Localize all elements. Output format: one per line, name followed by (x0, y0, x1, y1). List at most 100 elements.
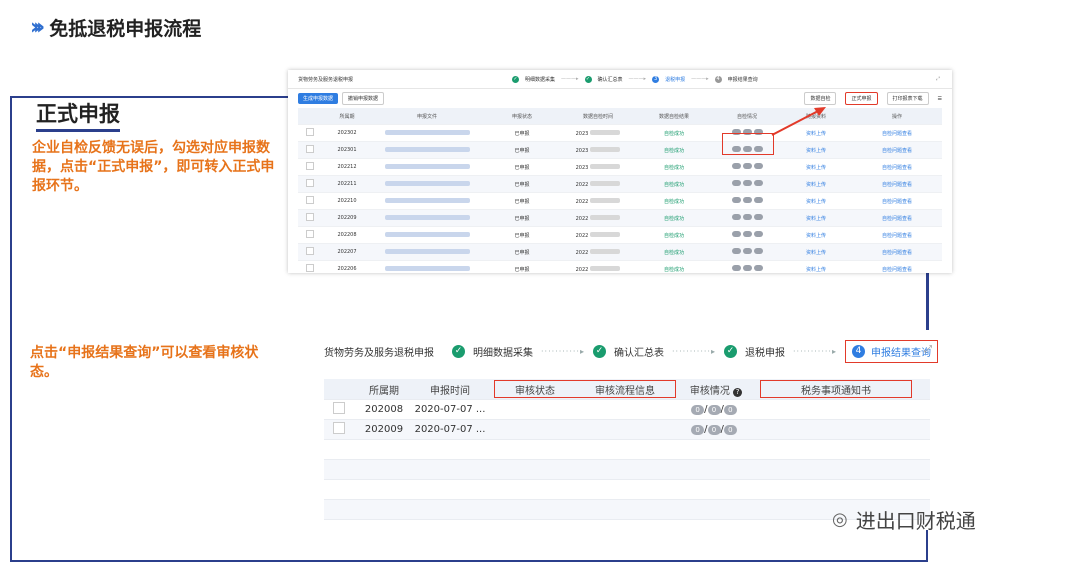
step-detail[interactable]: 明细数据采集 (525, 76, 555, 83)
table-row[interactable]: 202210 已申报 2022 自检成功 资料上传 自检问题查看 (298, 193, 942, 210)
cell-time: 2022 (562, 197, 634, 205)
dotted-arrow-icon: ···········▸ (793, 346, 837, 356)
col-result: 数据自检结果 (658, 113, 689, 120)
expand-icon[interactable]: ⤢ (936, 76, 940, 82)
cell-review-pills: 0/0/0 (674, 424, 754, 435)
check-icon: ✓ (724, 344, 737, 358)
row-checkbox[interactable] (306, 196, 314, 204)
upload-link[interactable]: 资料上传 (780, 266, 852, 273)
cell-period: 202009 (364, 424, 404, 435)
col-review-flow: 审核流程信息 (595, 385, 655, 397)
cell-file-blurred (372, 180, 482, 188)
instruction-note-result: 点击“申报结果查询”可以查看审核状态。 (30, 345, 259, 380)
view-issue-link[interactable]: 自检问题查看 (852, 164, 942, 171)
formal-declaration-screenshot: 货物劳务及服务退税申报 ✓ 明细数据采集 ———▸ ✓ 确认汇总表 ———▸ 3… (288, 70, 952, 273)
step-result[interactable]: 申报结果查询 (871, 344, 931, 359)
highlight-notice-column: 税务事项通知书 (760, 380, 912, 398)
instruction-note-formal: 企业自检反馈无误后，勾选对应申报数据，点击“正式申报”，即可转入正式申报环节。 (32, 140, 275, 194)
table-row[interactable]: 202009 2020-07-07 ... 0/0/0 (324, 420, 930, 440)
col-review-status: 审核状态 (515, 385, 555, 397)
cell-result: 自检成功 (663, 147, 684, 154)
table-row[interactable]: 202302 已申报 2023 自检成功 资料上传 自检问题查看 (298, 125, 942, 142)
cell-result: 自检成功 (663, 130, 684, 137)
cell-time: 2023 (562, 146, 634, 154)
upload-link[interactable]: 资料上传 (780, 249, 852, 256)
view-issue-link[interactable]: 自检问题查看 (852, 198, 942, 205)
formal-declare-button[interactable]: 正式申报 (845, 92, 878, 105)
cell-file-blurred (372, 163, 482, 171)
check-icon: ✓ (512, 75, 519, 83)
cell-period: 202211 (337, 181, 357, 187)
watermark-text: 进出口财税通 (855, 509, 976, 533)
withdraw-data-button[interactable]: 撤销申报数据 (342, 91, 385, 105)
step-number-icon: 4 (852, 344, 865, 358)
row-checkbox[interactable] (306, 247, 314, 255)
view-issue-link[interactable]: 自检问题查看 (852, 249, 942, 256)
arrow-right-icon: ———▸ (691, 76, 709, 82)
table-row[interactable]: 202208 已申报 2022 自检成功 资料上传 自检问题查看 (298, 227, 942, 244)
row-checkbox[interactable] (333, 402, 345, 414)
row-checkbox[interactable] (306, 145, 314, 153)
upload-link[interactable]: 资料上传 (780, 147, 852, 154)
expand-icon[interactable]: ⤢ (924, 344, 932, 355)
print-download-button[interactable]: 打印报表下载 (886, 92, 929, 105)
cell-period: 202209 (337, 215, 357, 221)
upload-link[interactable]: 资料上传 (780, 215, 852, 222)
table-row[interactable]: 202008 2020-07-07 ... 0/0/0 (324, 400, 930, 420)
cell-time: 2022 (562, 265, 634, 273)
view-issue-link[interactable]: 自检问题查看 (852, 232, 942, 239)
view-issue-link[interactable]: 自检问题查看 (852, 215, 942, 222)
cell-period: 202208 (337, 232, 357, 238)
step-summary[interactable]: 确认汇总表 (614, 344, 664, 359)
cell-result: 自检成功 (663, 181, 684, 188)
step-declare[interactable]: 退税申报 (745, 344, 785, 359)
view-issue-link[interactable]: 自检问题查看 (852, 266, 942, 273)
step-summary[interactable]: 确认汇总表 (598, 76, 623, 83)
filter-icon[interactable]: ☰ (938, 96, 942, 102)
row-checkbox[interactable] (306, 230, 314, 238)
row-checkbox[interactable] (306, 162, 314, 170)
upload-link[interactable]: 资料上传 (780, 198, 852, 205)
cell-status: 已申报 (514, 232, 530, 239)
col-review-result: 审核情况 ? (676, 382, 756, 397)
cell-file-blurred (372, 265, 482, 273)
view-issue-link[interactable]: 自检问题查看 (852, 181, 942, 188)
col-time: 申报时间 (430, 385, 470, 397)
check-icon: ✓ (593, 344, 606, 358)
col-notice: 税务事项通知书 (801, 385, 871, 397)
upload-link[interactable]: 资料上传 (780, 181, 852, 188)
step-detail[interactable]: 明细数据采集 (473, 344, 533, 359)
table-row[interactable]: 202301 已申报 2023 自检成功 资料上传 自检问题查看 (298, 142, 942, 159)
generate-data-button[interactable]: 生成申报数据 (298, 92, 339, 104)
step-declare[interactable]: 退税申报 (665, 76, 685, 83)
row-checkbox[interactable] (306, 264, 314, 272)
view-issue-link[interactable]: 自检问题查看 (852, 147, 942, 154)
table-header: 所属期 申报时间 审核状态 审核流程信息 审核情况 ? 税务事项通知书 (324, 379, 930, 400)
row-checkbox[interactable] (306, 213, 314, 221)
col-period: 所属期 (339, 113, 355, 120)
cell-period: 202212 (337, 164, 357, 170)
view-issue-link[interactable]: 自检问题查看 (852, 130, 942, 137)
upload-link[interactable]: 资料上传 (780, 232, 852, 239)
help-icon[interactable]: ? (733, 387, 743, 397)
row-checkbox[interactable] (306, 179, 314, 187)
cell-check-pills (714, 265, 780, 273)
cell-result: 自检成功 (663, 249, 684, 256)
toolbar: 生成申报数据 撤销申报数据 数据自检 正式申报 打印报表下载 ☰ (288, 89, 952, 107)
table-row[interactable]: 202206 已申报 2022 自检成功 资料上传 自检问题查看 (298, 261, 942, 273)
row-checkbox[interactable] (306, 128, 314, 136)
step-result[interactable]: 申报结果查询 (728, 76, 758, 83)
cell-time: 2020-07-07 ... (414, 404, 486, 415)
table-row[interactable]: 202209 已申报 2022 自检成功 资料上传 自检问题查看 (298, 210, 942, 227)
table-row[interactable]: 202211 已申报 2022 自检成功 资料上传 自检问题查看 (298, 176, 942, 193)
table-row[interactable]: 202207 已申报 2022 自检成功 资料上传 自检问题查看 (298, 244, 942, 261)
declaration-table: 所属期 申报文件 申报状态 数据自检时间 数据自检结果 自检情况 随报资料 操作… (298, 108, 942, 273)
cell-file-blurred (372, 248, 482, 256)
frame-connector (927, 266, 929, 340)
cell-check-pills (714, 231, 780, 239)
table-row[interactable]: 202212 已申报 2023 自检成功 资料上传 自检问题查看 (298, 159, 942, 176)
cell-status: 已申报 (514, 164, 530, 171)
upload-link[interactable]: 资料上传 (780, 164, 852, 171)
cell-period: 202008 (364, 404, 404, 415)
row-checkbox[interactable] (333, 422, 345, 434)
